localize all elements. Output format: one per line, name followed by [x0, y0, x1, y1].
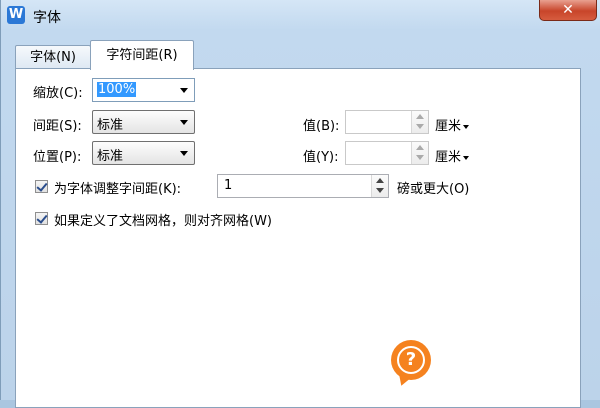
- dialog-title: 字体: [33, 10, 61, 26]
- kerning-spinner[interactable]: 1: [217, 174, 389, 198]
- spin-down-icon[interactable]: [376, 188, 384, 193]
- kerning-value: 1: [224, 178, 233, 193]
- title-bar[interactable]: W 字体 ✕: [1, 0, 600, 30]
- scale-label: 缩放(C):: [33, 86, 83, 101]
- spin-down-icon[interactable]: [416, 155, 424, 160]
- chevron-down-icon: [463, 155, 470, 160]
- wps-writer-icon: W: [7, 6, 25, 24]
- checkmark-icon: [36, 180, 48, 192]
- checkmark-icon: [36, 212, 48, 224]
- spinner-arrows[interactable]: [371, 175, 388, 197]
- spacing-label: 间距(S):: [33, 119, 82, 134]
- position-amount-spinner[interactable]: [345, 141, 429, 165]
- spacing-unit-dropdown[interactable]: 厘米: [435, 115, 470, 134]
- tab-font[interactable]: 字体(N): [15, 45, 91, 69]
- tab-character-spacing[interactable]: 字符间距(R): [90, 40, 194, 70]
- spacing-select[interactable]: 标准: [92, 110, 195, 134]
- position-unit-dropdown[interactable]: 厘米: [435, 146, 470, 165]
- spacing-unit: 厘米: [435, 119, 462, 134]
- scale-combo[interactable]: 100%: [92, 78, 195, 102]
- spinner-arrows[interactable]: [411, 142, 428, 164]
- chevron-down-icon: [180, 151, 188, 156]
- grid-snap-checkbox[interactable]: [35, 212, 48, 225]
- spacing-amount-label: 值(B):: [303, 119, 340, 134]
- close-button[interactable]: ✕: [539, 0, 597, 21]
- question-icon: ?: [397, 346, 425, 374]
- spin-up-icon[interactable]: [416, 145, 424, 150]
- spin-up-icon[interactable]: [416, 114, 424, 119]
- position-value: 标准: [97, 149, 124, 164]
- chevron-down-icon: [180, 120, 188, 125]
- chevron-down-icon[interactable]: [180, 88, 188, 93]
- position-amount-label: 值(Y):: [303, 150, 339, 165]
- font-dialog: W 字体 ✕ 字体(N) 字符间距(R) 缩放(C): 100% 间距(S): …: [0, 0, 600, 408]
- spacing-amount-spinner[interactable]: [345, 110, 429, 134]
- spin-down-icon[interactable]: [416, 124, 424, 129]
- spinner-arrows[interactable]: [411, 111, 428, 133]
- spin-up-icon[interactable]: [376, 178, 384, 183]
- position-unit: 厘米: [435, 150, 462, 165]
- position-select[interactable]: 标准: [92, 141, 195, 165]
- spacing-value: 标准: [97, 118, 124, 133]
- kerning-checkbox[interactable]: [35, 180, 48, 193]
- help-button[interactable]: ?: [391, 340, 431, 380]
- position-label: 位置(P):: [33, 150, 82, 165]
- scale-value: 100%: [97, 82, 137, 97]
- chevron-down-icon: [463, 124, 470, 129]
- kerning-label: 为字体调整字间距(K):: [54, 182, 182, 197]
- kerning-suffix: 磅或更大(O): [397, 182, 470, 197]
- grid-snap-label: 如果定义了文档网格，则对齐网格(W): [54, 214, 272, 229]
